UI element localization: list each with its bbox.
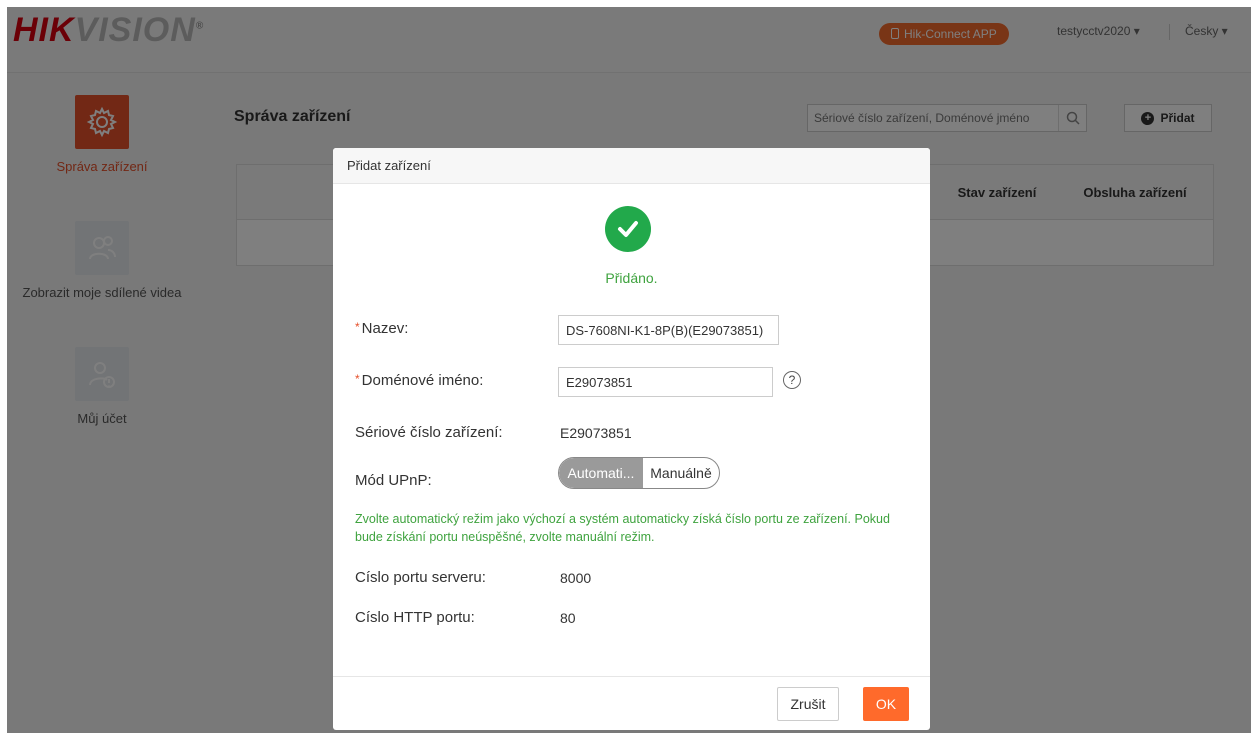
http-port-label: Císlo HTTP portu:	[355, 609, 475, 626]
domain-label-text: Doménové iméno:	[361, 372, 484, 389]
name-label-text: Nazev:	[361, 320, 409, 337]
serial-value: E29073851	[560, 425, 632, 441]
dialog-footer: Zrušit OK	[333, 676, 930, 730]
upnp-label: Mód UPnP:	[355, 472, 432, 489]
server-port-label: Císlo portu serveru:	[355, 569, 486, 586]
cancel-button[interactable]: Zrušit	[777, 687, 839, 721]
dialog-title: Přidat zařízení	[333, 148, 930, 184]
help-icon[interactable]: ?	[783, 371, 801, 389]
ok-button[interactable]: OK	[863, 687, 909, 721]
app-frame: HIKVISION® Hik-Connect APP testycctv2020…	[7, 7, 1251, 733]
upnp-manual-option[interactable]: Manuálně	[643, 458, 719, 488]
http-port-value: 80	[560, 610, 576, 626]
upnp-hint-text: Zvolte automatický režim jako výchozí a …	[355, 512, 890, 544]
success-message: Přidáno.	[605, 270, 658, 286]
name-field[interactable]	[558, 315, 779, 345]
upnp-auto-option[interactable]: Automati...	[559, 458, 643, 488]
domain-label: * Doménové iméno:	[355, 372, 484, 389]
name-label: * Nazev:	[355, 320, 409, 337]
server-port-value: 8000	[560, 570, 592, 586]
add-device-dialog: Přidat zařízení Přidáno. *Nazev: *Doméno…	[333, 148, 930, 730]
upnp-mode-toggle[interactable]: Automati... Manuálně	[558, 457, 720, 489]
domain-name-field[interactable]	[558, 367, 773, 397]
serial-label: Sériové číslo zařízení:	[355, 424, 503, 441]
success-check-icon	[605, 206, 651, 252]
